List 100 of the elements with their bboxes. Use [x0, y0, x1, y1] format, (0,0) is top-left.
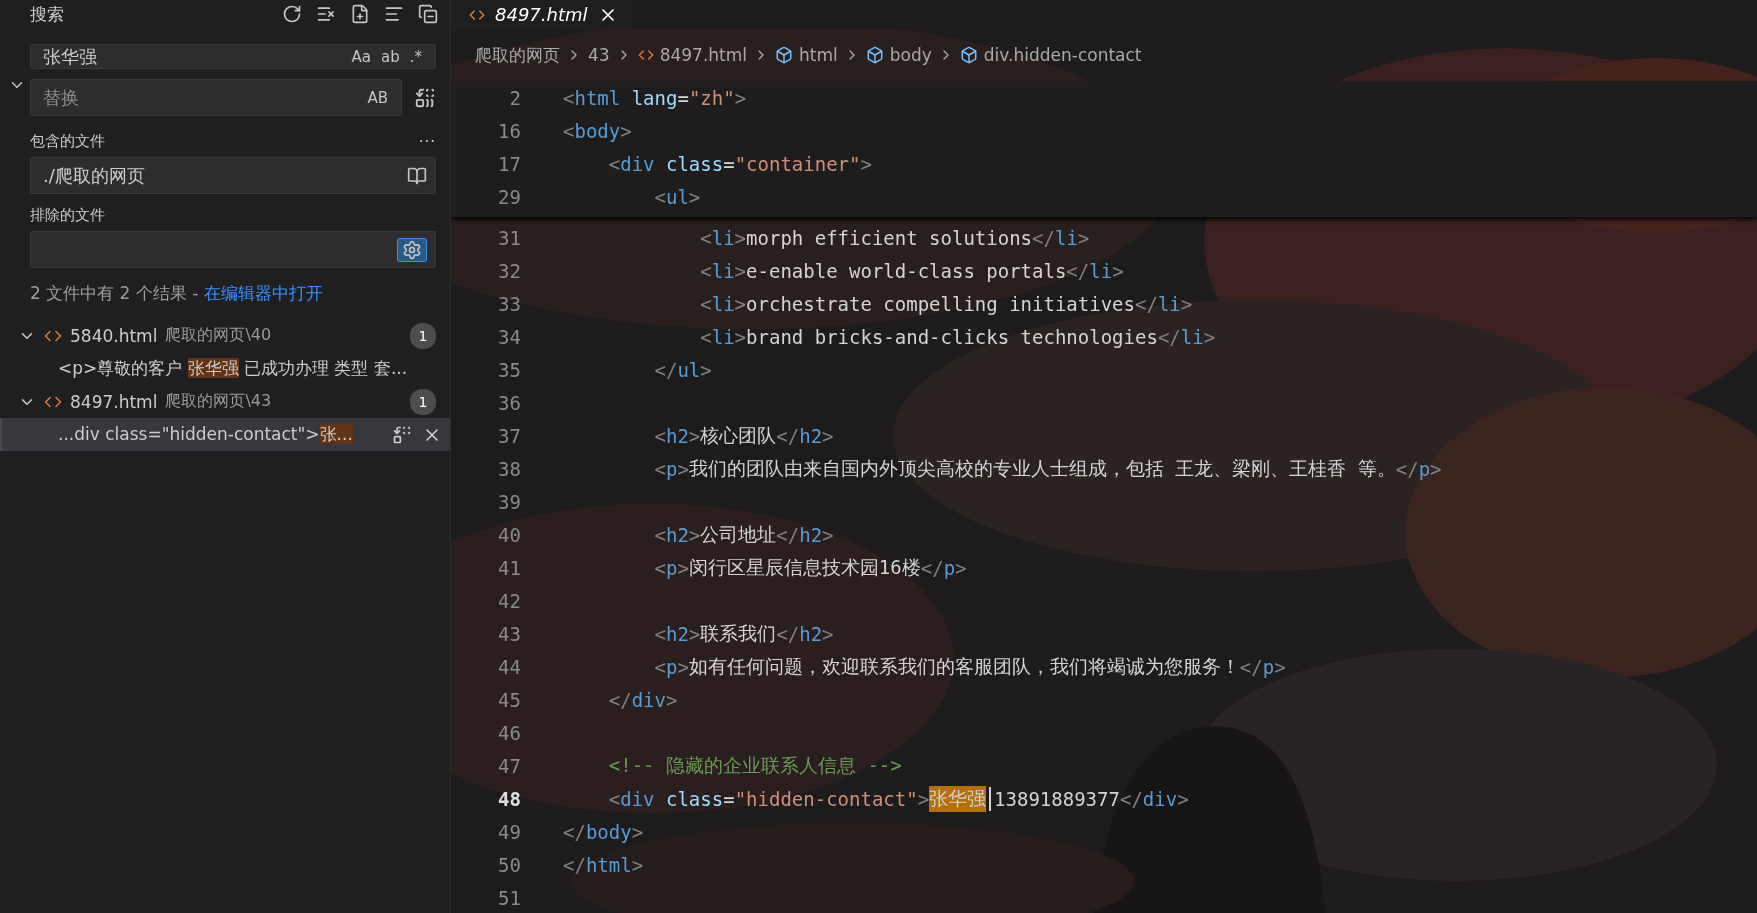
code-token: < — [653, 523, 666, 546]
code-token: 闵行区星辰信息技术园16楼 — [688, 554, 921, 580]
search-input[interactable]: 张华强 — [41, 45, 347, 68]
preserve-case-toggle[interactable]: AB — [362, 86, 393, 109]
breadcrumb[interactable]: 43 — [588, 45, 610, 65]
breadcrumb[interactable]: 爬取的网页 — [475, 43, 560, 67]
result-file[interactable]: 8497.html 爬取的网页\43 1 — [0, 385, 450, 418]
code-token: lang — [630, 86, 678, 109]
breadcrumb[interactable]: 8497.html — [637, 45, 748, 65]
refresh-icon[interactable] — [282, 4, 302, 24]
code-token: li — [1180, 325, 1204, 348]
code-token: </ — [607, 688, 632, 711]
code-token: div — [631, 688, 666, 711]
code-token: </ — [776, 622, 800, 645]
breadcrumb[interactable]: div.hidden-contact — [959, 45, 1142, 65]
code-token: body — [574, 119, 621, 142]
result-file[interactable]: 5840.html 爬取的网页\40 1 — [0, 319, 450, 352]
code-token: > — [734, 325, 747, 348]
clear-results-icon[interactable] — [316, 4, 336, 24]
line-number: 2 — [508, 86, 521, 109]
open-in-editor-link[interactable]: 在编辑器中打开 — [203, 283, 323, 303]
cube-icon — [959, 46, 978, 64]
code-token: 13891889377 — [994, 787, 1120, 810]
code-token: li — [711, 325, 735, 348]
match-row[interactable]: ...div class="hidden-contact">张... — [0, 418, 450, 451]
replace-field[interactable]: 替换 AB — [30, 79, 402, 116]
match-text: <p>尊敬的客户 张华强 已成功办理 类型 套... — [58, 357, 409, 380]
search-field[interactable]: 张华强 Aa ab .* — [30, 44, 436, 69]
more-options[interactable]: ··· — [418, 133, 436, 151]
panel-title: 搜索 — [30, 2, 65, 26]
include-input[interactable]: ./爬取的网页 — [41, 164, 407, 187]
code-token: < — [699, 292, 712, 315]
include-field[interactable]: ./爬取的网页 — [30, 157, 436, 194]
text-cursor — [989, 786, 992, 811]
code-token: 如有任何问题，欢迎联系我们的客服团队，我们将竭诚为您服务！ — [688, 653, 1240, 679]
search-option-toggle[interactable]: ab — [376, 45, 405, 68]
replace-all-icon[interactable] — [414, 86, 436, 109]
code-token: > — [860, 152, 872, 175]
code-token: h2 — [799, 622, 823, 645]
code-token: </ — [1032, 226, 1055, 249]
code-token: class — [664, 152, 724, 175]
replace-input[interactable]: 替换 — [41, 86, 363, 109]
settings-toggle[interactable] — [397, 237, 427, 262]
code-token: > — [734, 292, 747, 315]
code-token: div — [1142, 787, 1178, 810]
code-token: </ — [653, 358, 678, 381]
code-token: li — [1089, 259, 1113, 282]
file-name: 5840.html — [70, 325, 158, 346]
new-file-icon[interactable] — [350, 4, 370, 24]
code-token: </ — [1239, 655, 1263, 678]
code-token: < — [563, 86, 575, 109]
replace-icon[interactable] — [392, 424, 412, 445]
code-token: 联系我们 — [700, 620, 777, 646]
code-token: li — [711, 226, 735, 249]
file-name: 8497.html — [70, 391, 158, 412]
line-number: 45 — [497, 688, 521, 711]
code-token: < — [607, 152, 621, 175]
breadcrumb[interactable]: html — [775, 45, 838, 65]
exclude-field[interactable] — [30, 231, 436, 268]
code-token: morph efficient solutions — [746, 226, 1033, 249]
code-token: < — [699, 325, 712, 348]
code-token: div — [620, 787, 655, 810]
collapse-all-icon[interactable] — [418, 4, 438, 24]
code-token: html — [574, 86, 621, 109]
code-token: </ — [1119, 787, 1143, 810]
line-number: 29 — [497, 185, 521, 208]
line-number: 33 — [497, 292, 521, 315]
code-token: h2 — [799, 424, 823, 447]
line-number: 40 — [497, 523, 521, 546]
code-token: < — [563, 119, 575, 142]
breadcrumb[interactable]: body — [865, 45, 932, 65]
code-token: </ — [1135, 292, 1158, 315]
code-token: > — [1112, 259, 1124, 282]
code-token: "hidden-contact" — [734, 787, 918, 810]
list-view-icon[interactable] — [384, 4, 404, 24]
code-token: < — [607, 787, 621, 810]
code-token: p — [943, 556, 956, 579]
code-token: > — [665, 688, 678, 711]
match-row[interactable]: <p>尊敬的客户 张华强 已成功办理 类型 套... — [0, 352, 450, 385]
code-token: > — [1177, 787, 1189, 810]
code-token: </ — [920, 556, 944, 579]
search-option-toggle[interactable]: .* — [404, 45, 427, 68]
book-icon[interactable] — [407, 165, 427, 186]
line-number: 49 — [497, 820, 521, 843]
search-option-toggle[interactable]: Aa — [346, 45, 376, 68]
cube-icon — [775, 46, 794, 64]
line-number: 46 — [497, 721, 521, 744]
code-token: ul — [677, 358, 701, 381]
code-token: > — [688, 523, 701, 546]
code-token: < — [699, 226, 712, 249]
line-number: 38 — [497, 457, 521, 480]
code-token: > — [822, 424, 834, 447]
code-token: > — [677, 457, 689, 480]
code-token: </ — [1395, 457, 1419, 480]
code-token: > — [1203, 325, 1216, 348]
code-token: 我们的团队由来自国内外顶尖高校的专业人士组成，包括 王龙、梁刚、王桂香 等。 — [688, 455, 1396, 481]
code-token: p — [665, 655, 678, 678]
line-number: 47 — [497, 754, 521, 777]
line-number: 39 — [497, 490, 521, 513]
code-token: < — [653, 457, 666, 480]
